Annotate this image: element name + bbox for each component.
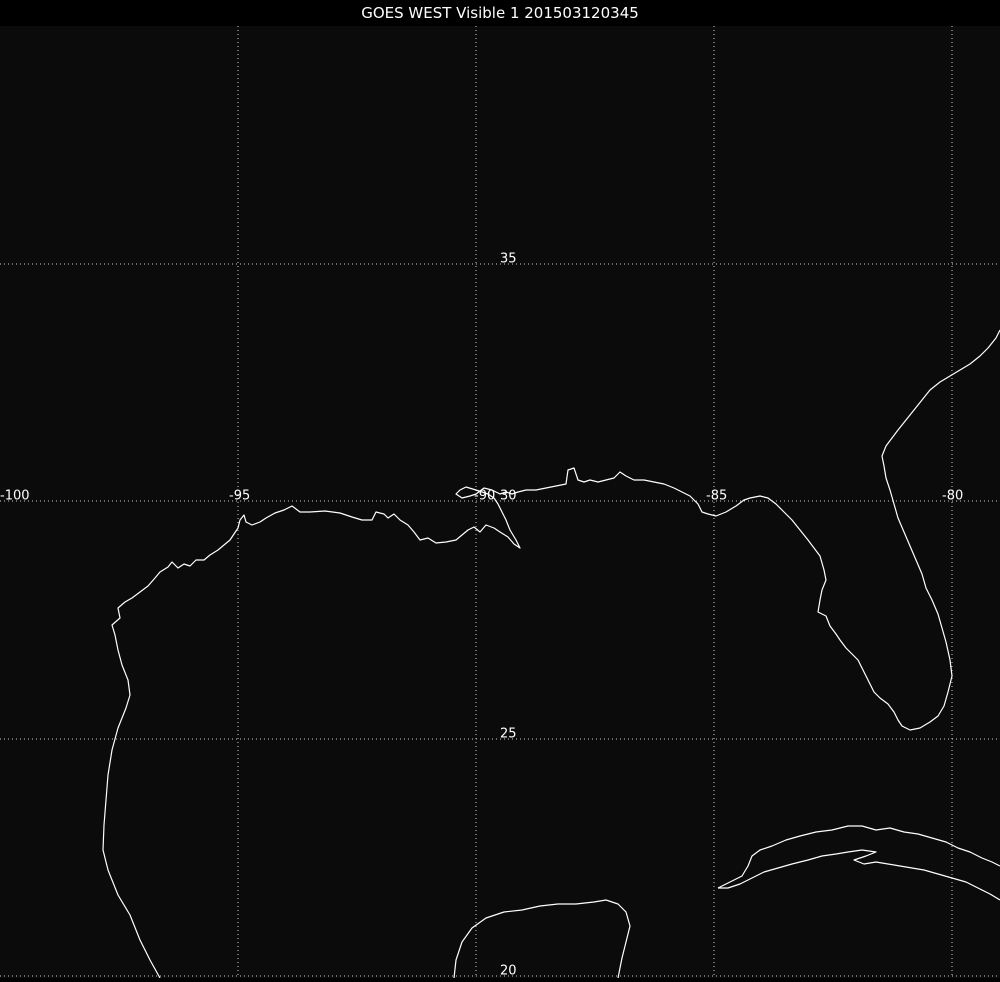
coastline-yucatan: [453, 899, 631, 979]
lat-label-30: 30: [500, 489, 517, 504]
lat-label-35: 35: [500, 252, 517, 267]
grid-labels: -100 -95 -90 -85 -80 35 30 25 20: [0, 252, 963, 979]
satellite-map: -100 -95 -90 -85 -80 35 30 25 20: [0, 26, 1000, 979]
coastline-mexico-texas: [102, 486, 521, 979]
image-title: GOES WEST Visible 1 201503120345: [0, 0, 1000, 26]
lon-label-100: -100: [0, 489, 30, 504]
coastline-mississippi-delta: [475, 329, 1000, 731]
lat-label-25: 25: [500, 727, 517, 742]
lat-label-20: 20: [500, 964, 517, 978]
lon-label-90: -90: [474, 489, 495, 504]
lon-label-80: -80: [942, 489, 963, 504]
coastline-cuba: [717, 825, 1000, 901]
map-canvas: -100 -95 -90 -85 -80 35 30 25 20: [0, 26, 1000, 979]
lon-label-85: -85: [706, 489, 727, 504]
lon-label-95: -95: [229, 489, 250, 504]
